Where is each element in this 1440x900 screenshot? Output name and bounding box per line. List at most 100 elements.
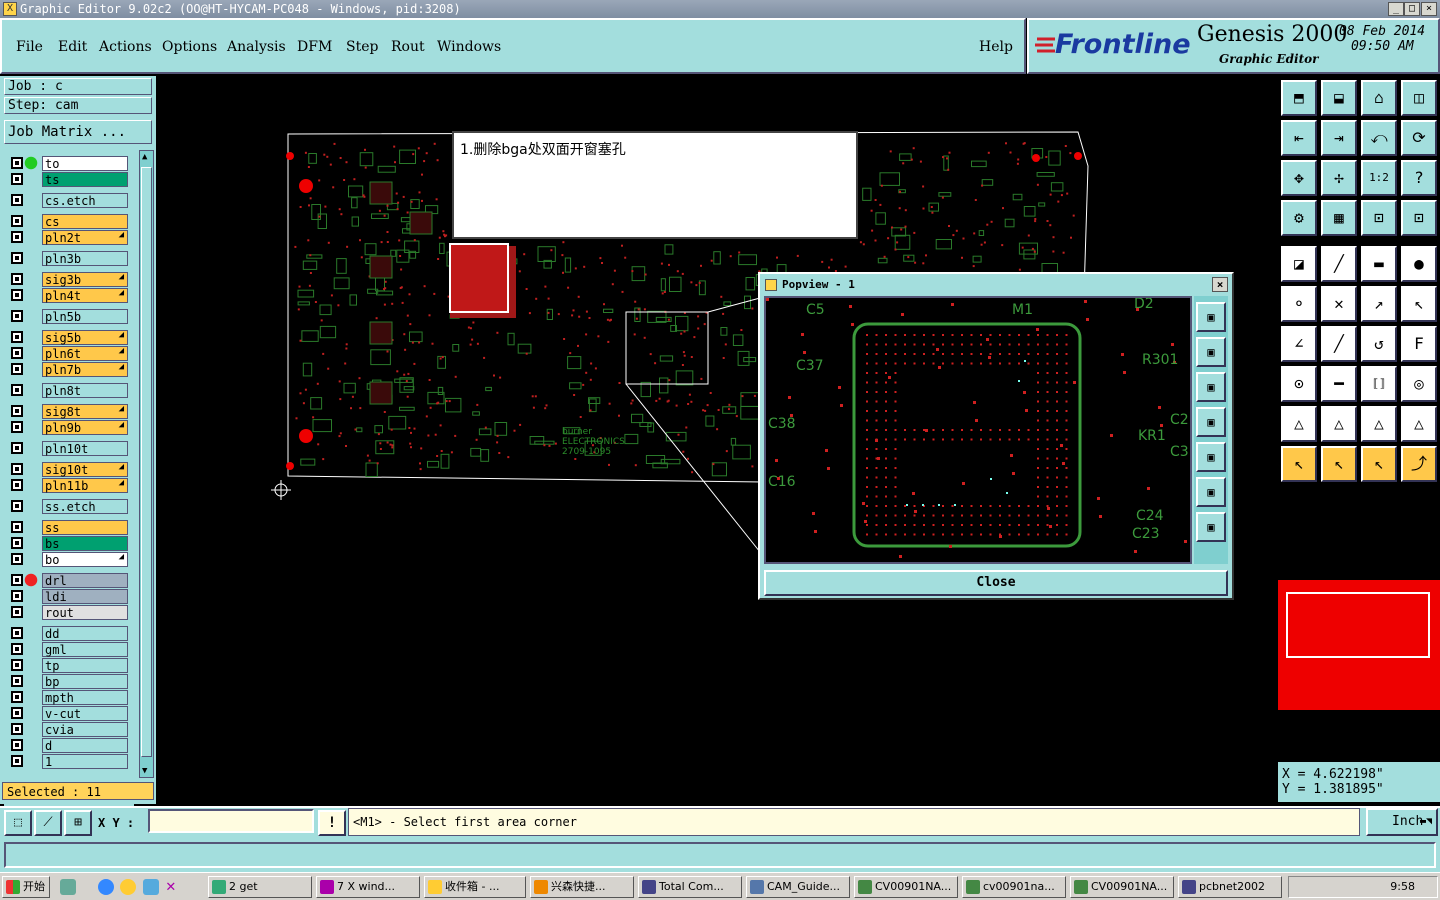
xy-input[interactable] [148,809,314,833]
layer-checkbox[interactable] [11,215,23,227]
layer-checkbox[interactable] [11,463,23,475]
layer-checkbox[interactable] [11,675,23,687]
pv-right-icon[interactable]: ▣ [1196,442,1226,472]
save-icon[interactable]: ⬓ [1321,80,1357,116]
layer-name[interactable]: pln7b [42,362,128,377]
layer-checkbox[interactable] [11,173,23,185]
layer-row-ldi[interactable]: ldi [6,589,128,604]
menu-help[interactable]: Help [979,39,1013,55]
window-icon[interactable]: ◫ [1401,80,1437,116]
layer-name[interactable]: v-cut [42,706,128,721]
arc-icon[interactable]: ↺ [1361,326,1397,362]
layer-checkbox[interactable] [11,691,23,703]
layer-icon-2[interactable]: ⊡ [1401,200,1437,236]
task-button[interactable]: CV00901NA... [854,876,958,898]
message-field[interactable] [4,842,1436,868]
pv-fit-icon[interactable]: ▣ [1196,477,1226,507]
layer-name[interactable]: pln2t [42,230,128,245]
minus-icon[interactable]: ━ [1321,366,1357,402]
layer-row-pln11b[interactable]: pln11b ◢ [6,478,128,493]
popview-canvas[interactable]: C5 M1 D2 C37 R301 C38 KR1 C16 C24 C23 C2 C3 [764,296,1192,564]
layer-name[interactable]: 1 [42,754,128,769]
layer-row-sig5b[interactable]: sig5b ◢ [6,330,128,345]
layer-name[interactable]: drl [42,573,128,588]
layer-row-pln6t[interactable]: pln6t ◢ [6,346,128,361]
popview-close-icon[interactable]: × [1212,277,1228,292]
zoom-area-icon[interactable]: ⬚ [4,810,32,836]
layer-name[interactable]: bp [42,674,128,689]
maximize-button[interactable]: □ [1404,2,1420,16]
pv-center-icon[interactable]: ▣ [1196,512,1226,542]
layer-row-sig8t[interactable]: sig8t ◢ [6,404,128,419]
work-layer-indicator-icon[interactable] [23,156,39,171]
layer-row-ss[interactable]: ss [6,520,128,535]
layer-row-to[interactable]: to [6,156,128,171]
layer-name[interactable]: bo [42,552,128,567]
pv-left-icon[interactable]: ▣ [1196,407,1226,437]
unit-select[interactable]: Inch ▬◥ [1366,808,1438,836]
layer-checkbox[interactable] [11,479,23,491]
layer-checkbox[interactable] [11,643,23,655]
select-arrow-icon[interactable]: ↖ [1281,446,1317,482]
layer-checkbox[interactable] [11,310,23,322]
ie-icon[interactable] [98,879,114,895]
layer-name[interactable]: pln11b [42,478,128,493]
minimize-button[interactable]: _ [1388,2,1404,16]
layer-checkbox[interactable] [11,627,23,639]
home-icon[interactable]: ⌂ [1361,80,1397,116]
affected-layer-icon[interactable] [23,573,39,588]
layer-checkbox[interactable] [11,521,23,533]
layer-row-pln8t[interactable]: pln8t [6,383,128,398]
delete-icon[interactable]: ✕ [1321,286,1357,322]
layer-checkbox[interactable] [11,553,23,565]
triangle-icon-2[interactable]: △ [1321,406,1357,442]
task-button[interactable]: 7 X wind... [316,876,420,898]
layer-row-bo[interactable]: bo ◢ [6,552,128,567]
task-button[interactable]: CV00901NA... [1070,876,1174,898]
layer-checkbox[interactable] [11,442,23,454]
layer-checkbox[interactable] [11,659,23,671]
rotate-icon[interactable]: ↖ [1401,286,1437,322]
layer-checkbox[interactable] [11,289,23,301]
add-pad-icon[interactable]: ◪ [1281,246,1317,282]
layer-row-rout[interactable]: rout [6,605,128,620]
line-icon[interactable]: ╱ [1321,246,1357,282]
layer-row-drl[interactable]: drl [6,573,128,588]
layer-checkbox[interactable] [11,405,23,417]
task-button[interactable]: 2 get [208,876,312,898]
layer-row-d[interactable]: d [6,738,128,753]
layer-name[interactable]: cvia [42,722,128,737]
feature-icon[interactable]: ⊙ [1281,366,1317,402]
layer-row-sig3b[interactable]: sig3b ◢ [6,272,128,287]
layer-checkbox[interactable] [11,500,23,512]
task-button[interactable]: 收件箱 - ... [424,876,526,898]
triangle-icon-3[interactable]: △ [1361,406,1397,442]
layer-row-pln5b[interactable]: pln5b [6,309,128,324]
pv-zoom-in-icon[interactable]: ▣ [1196,302,1226,332]
layer-checkbox[interactable] [11,723,23,735]
menu-edit[interactable]: Edit [58,39,87,55]
center-icon[interactable]: ✢ [1321,160,1357,196]
menu-options[interactable]: Options [162,39,217,55]
triangle-icon-4[interactable]: △ [1401,406,1437,442]
layer-checkbox[interactable] [11,194,23,206]
layer-name[interactable]: d [42,738,128,753]
angle-icon[interactable]: ∠ [1281,326,1317,362]
layer-name[interactable]: pln8t [42,383,128,398]
scrollbar-thumb[interactable] [141,167,152,757]
measure-icon[interactable]: ⟋ [34,810,62,836]
triangle-icon-1[interactable]: △ [1281,406,1317,442]
scroll-down-icon[interactable]: ▼ [142,766,147,776]
annotation-note[interactable]: 1.删除bga处双面开窗塞孔 [452,131,858,239]
grid-icon[interactable]: ▦ [1321,200,1357,236]
layer-checkbox[interactable] [11,363,23,375]
layer-name[interactable]: mpth [42,690,128,705]
scroll-up-icon[interactable]: ▲ [142,152,147,162]
layer-row-pln4t[interactable]: pln4t ◢ [6,288,128,303]
layer-checkbox[interactable] [11,347,23,359]
layer-row-tp[interactable]: tp [6,658,128,673]
help-icon[interactable]: ? [1401,160,1437,196]
overview-viewport[interactable] [1286,592,1430,658]
layer-name[interactable]: sig5b [42,330,128,345]
overview-panel[interactable] [1278,580,1440,710]
